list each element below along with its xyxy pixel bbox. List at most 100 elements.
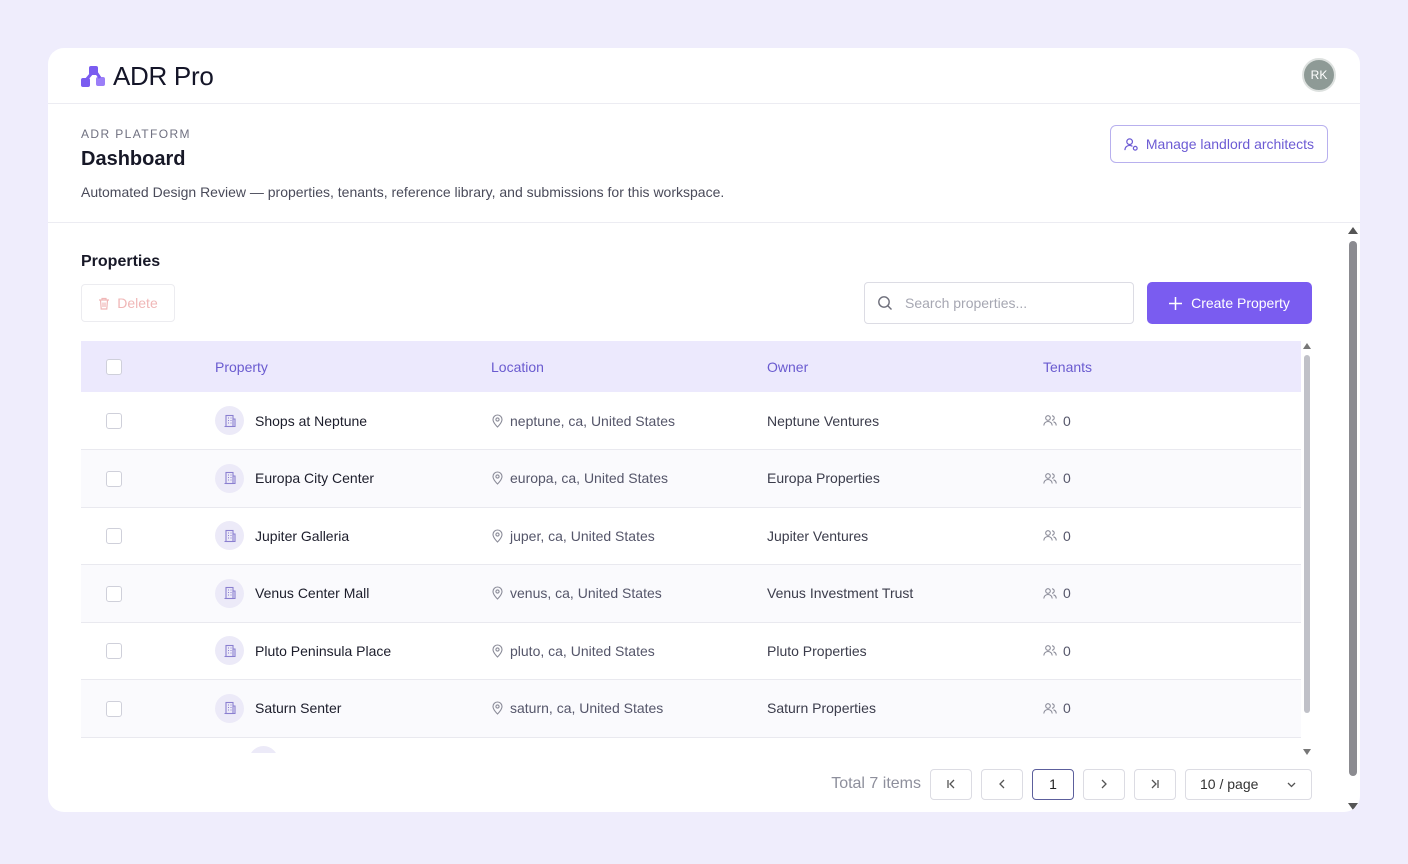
create-property-button[interactable]: Create Property	[1147, 282, 1312, 324]
map-pin-icon	[492, 529, 503, 543]
scroll-down-icon[interactable]	[1303, 749, 1311, 755]
table-row[interactable]: Europa City Center europa, ca, United St…	[81, 449, 1301, 507]
chevron-left-icon	[999, 779, 1005, 789]
user-gear-icon	[1124, 137, 1138, 151]
plus-icon	[1169, 296, 1183, 310]
brand-logo-icon	[81, 65, 105, 87]
trash-icon	[99, 297, 110, 310]
users-icon	[1043, 472, 1057, 484]
table-row[interactable]: Shops at Neptune neptune, ca, United Sta…	[81, 392, 1301, 450]
page-scroll-up-icon[interactable]	[1348, 227, 1358, 234]
row-checkbox[interactable]	[106, 528, 122, 545]
manage-label: Manage landlord architects	[1145, 136, 1314, 152]
last-page-button[interactable]	[1134, 768, 1176, 800]
location-text: venus, ca, United States	[510, 585, 662, 602]
map-pin-icon	[492, 701, 503, 716]
building-icon	[215, 578, 244, 608]
delete-label: Delete	[117, 295, 158, 311]
tenants-count: 0	[1063, 585, 1071, 602]
user-avatar[interactable]: RK	[1302, 58, 1336, 92]
tenants-count: 0	[1063, 527, 1071, 544]
properties-title: Properties	[81, 253, 161, 270]
property-cell[interactable]: Pluto Peninsula Place	[215, 636, 491, 666]
building-icon	[215, 521, 244, 551]
table-scrollbar[interactable]	[1303, 343, 1311, 755]
row-checkbox[interactable]	[106, 700, 122, 717]
properties-table-container: Property Location Owner Tenants Shops at…	[81, 341, 1301, 753]
row-checkbox[interactable]	[106, 585, 122, 602]
property-cell[interactable]: Venus Center Mall	[215, 578, 491, 608]
owner-text: Neptune Ventures	[767, 412, 880, 429]
create-label: Create Property	[1191, 295, 1290, 311]
delete-button[interactable]: Delete	[81, 284, 175, 322]
tenants-cell: 0	[1043, 585, 1301, 601]
top-bar: ADR Pro RK	[48, 48, 1360, 104]
page-button-current[interactable]: 1	[1032, 768, 1074, 800]
page-size-value: 10 / page	[1200, 776, 1259, 792]
properties-table: Property Location Owner Tenants Shops at…	[81, 341, 1301, 738]
tenants-count: 0	[1063, 642, 1071, 659]
last-page-icon	[1151, 779, 1159, 789]
property-name: Jupiter Galleria	[255, 527, 350, 544]
tenants-count: 0	[1063, 470, 1071, 487]
table-row[interactable]: Saturn Senter saturn, ca, United States …	[81, 679, 1301, 737]
users-icon	[1043, 415, 1057, 426]
column-header-location[interactable]: Location	[491, 341, 767, 392]
property-cell[interactable]: Shops at Neptune	[215, 406, 491, 435]
row-checkbox[interactable]	[106, 413, 122, 430]
column-header-owner[interactable]: Owner	[767, 341, 1043, 392]
property-name: Venus Center Mall	[255, 585, 370, 602]
location-cell: saturn, ca, United States	[491, 700, 767, 716]
property-name: Europa City Center	[255, 470, 375, 487]
location-cell: neptune, ca, United States	[491, 413, 767, 429]
map-pin-icon	[492, 586, 503, 601]
brand[interactable]: ADR Pro	[80, 61, 214, 92]
chevron-down-icon	[1287, 782, 1296, 787]
location-text: pluto, ca, United States	[510, 642, 655, 659]
page-header: ADR PLATFORM Dashboard Automated Design …	[48, 104, 1360, 223]
owner-text: Pluto Properties	[767, 642, 867, 659]
column-header-tenants[interactable]: Tenants	[1043, 341, 1301, 392]
search-box	[864, 282, 1134, 324]
page-scrollbar[interactable]	[1348, 227, 1358, 810]
row-checkbox[interactable]	[106, 470, 122, 487]
location-cell: venus, ca, United States	[491, 585, 767, 601]
first-page-button[interactable]	[930, 768, 972, 800]
select-all-checkbox[interactable]	[106, 359, 122, 376]
content-area: Properties Delete Create Property	[48, 224, 1360, 812]
map-pin-icon	[492, 471, 503, 486]
search-input[interactable]	[905, 295, 1115, 311]
building-icon	[215, 463, 244, 493]
tenants-cell: 0	[1043, 470, 1301, 486]
scroll-up-icon[interactable]	[1303, 343, 1311, 349]
property-cell[interactable]: Jupiter Galleria	[215, 521, 491, 551]
column-header-property[interactable]: Property	[215, 341, 491, 392]
location-text: europa, ca, United States	[510, 470, 668, 487]
location-cell: juper, ca, United States	[491, 528, 767, 544]
users-icon	[1043, 530, 1057, 541]
property-name: Saturn Senter	[255, 700, 342, 717]
manage-landlord-architects-button[interactable]: Manage landlord architects	[1109, 125, 1328, 163]
prev-page-button[interactable]	[981, 768, 1023, 800]
platform-label: ADR PLATFORM	[81, 127, 191, 141]
tenants-count: 0	[1063, 412, 1071, 429]
table-row[interactable]: Pluto Peninsula Place pluto, ca, United …	[81, 622, 1301, 680]
next-page-button[interactable]	[1083, 768, 1125, 800]
row-checkbox[interactable]	[106, 643, 122, 660]
page-size-select[interactable]: 10 / page	[1185, 768, 1312, 800]
page-scrollbar-thumb[interactable]	[1349, 241, 1357, 776]
owner-text: Saturn Properties	[767, 700, 876, 717]
map-pin-icon	[492, 644, 503, 658]
building-icon	[215, 636, 244, 666]
table-row[interactable]: Venus Center Mall venus, ca, United Stat…	[81, 564, 1301, 622]
page-scroll-down-icon[interactable]	[1348, 803, 1358, 810]
property-name: Shops at Neptune	[255, 412, 368, 429]
table-row[interactable]: Jupiter Galleria juper, ca, United State…	[81, 507, 1301, 565]
building-icon	[215, 406, 244, 435]
property-cell[interactable]: Europa City Center	[215, 463, 491, 493]
table-scrollbar-thumb[interactable]	[1304, 355, 1310, 713]
tenants-cell: 0	[1043, 413, 1301, 429]
location-text: saturn, ca, United States	[510, 700, 664, 717]
users-icon	[1043, 702, 1057, 714]
property-cell[interactable]: Saturn Senter	[215, 693, 491, 723]
